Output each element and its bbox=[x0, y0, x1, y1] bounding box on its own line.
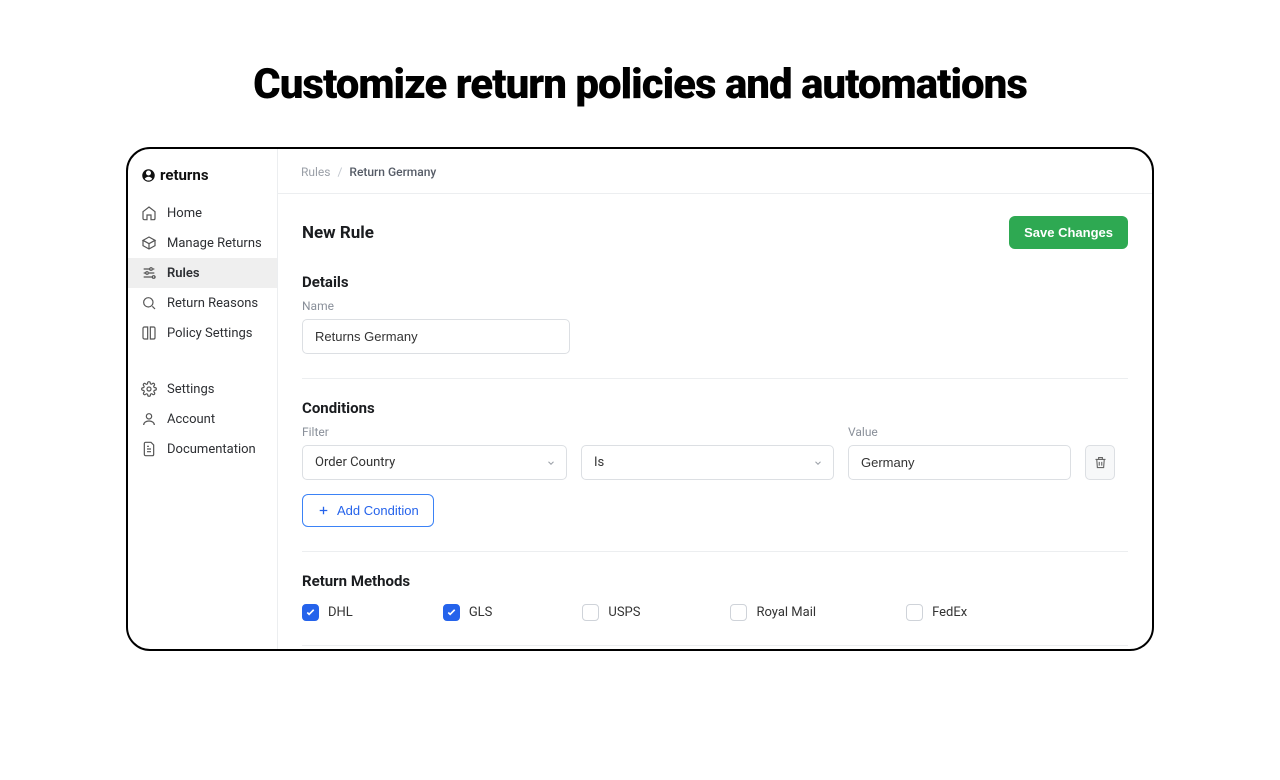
checkbox-icon bbox=[730, 604, 747, 621]
add-condition-button[interactable]: Add Condition bbox=[302, 494, 434, 527]
sidebar-item-policy-settings[interactable]: Policy Settings bbox=[128, 318, 277, 348]
field-label-filter: Filter bbox=[302, 425, 567, 439]
page-heading: Customize return policies and automation… bbox=[0, 60, 1280, 109]
breadcrumb: Rules / Return Germany bbox=[278, 149, 1152, 194]
sidebar-item-label: Documentation bbox=[167, 442, 256, 457]
chevron-down-icon bbox=[813, 458, 823, 468]
method-fedex[interactable]: FedEx bbox=[906, 604, 967, 621]
section-return-methods: Return Methods DHL GLS bbox=[302, 572, 1128, 621]
breadcrumb-sep: / bbox=[337, 165, 342, 179]
operator-select[interactable]: Is bbox=[581, 445, 834, 480]
field-label-name: Name bbox=[302, 299, 1128, 313]
divider bbox=[302, 378, 1128, 379]
search-icon bbox=[141, 295, 157, 311]
method-label: FedEx bbox=[932, 605, 967, 620]
content-scroll: Details Name Conditions Filter Order Cou… bbox=[278, 249, 1152, 649]
nav-secondary: Settings Account Documentation bbox=[128, 374, 277, 464]
logo: returns bbox=[128, 160, 277, 198]
sidebar-item-label: Rules bbox=[167, 266, 200, 281]
trash-icon bbox=[1093, 455, 1108, 470]
condition-row: Filter Order Country . Is bbox=[302, 425, 1128, 480]
section-details: Details Name bbox=[302, 273, 1128, 354]
sliders-icon bbox=[141, 265, 157, 281]
methods-row: DHL GLS USPS Royal Mail bbox=[302, 604, 1128, 621]
doc-icon bbox=[141, 441, 157, 457]
breadcrumb-root[interactable]: Rules bbox=[301, 165, 330, 179]
filter-select[interactable]: Order Country bbox=[302, 445, 567, 480]
sidebar-item-documentation[interactable]: Documentation bbox=[128, 434, 277, 464]
sidebar-item-label: Policy Settings bbox=[167, 326, 253, 341]
value-input[interactable] bbox=[848, 445, 1071, 480]
checkbox-checked-icon bbox=[443, 604, 460, 621]
logo-icon bbox=[141, 168, 156, 183]
section-title-conditions: Conditions bbox=[302, 399, 1128, 417]
divider bbox=[302, 551, 1128, 552]
section-title-details: Details bbox=[302, 273, 1128, 291]
logo-text: returns bbox=[160, 166, 209, 184]
sidebar-item-account[interactable]: Account bbox=[128, 404, 277, 434]
page-title: New Rule bbox=[302, 223, 374, 243]
save-button[interactable]: Save Changes bbox=[1009, 216, 1128, 249]
method-label: DHL bbox=[328, 605, 353, 620]
checkbox-icon bbox=[906, 604, 923, 621]
method-gls[interactable]: GLS bbox=[443, 604, 493, 621]
add-condition-label: Add Condition bbox=[337, 503, 419, 518]
nav-primary: Home Manage Returns Rules Return Reasons… bbox=[128, 198, 277, 348]
checkbox-icon bbox=[582, 604, 599, 621]
sidebar-item-rules[interactable]: Rules bbox=[128, 258, 277, 288]
sidebar-item-return-reasons[interactable]: Return Reasons bbox=[128, 288, 277, 318]
sidebar-item-manage-returns[interactable]: Manage Returns bbox=[128, 228, 277, 258]
divider bbox=[302, 645, 1128, 646]
gear-icon bbox=[141, 381, 157, 397]
sidebar-item-settings[interactable]: Settings bbox=[128, 374, 277, 404]
method-label: USPS bbox=[608, 605, 640, 620]
box-icon bbox=[141, 235, 157, 251]
sidebar-item-label: Settings bbox=[167, 382, 214, 397]
section-title-methods: Return Methods bbox=[302, 572, 1128, 590]
sidebar-item-label: Manage Returns bbox=[167, 236, 262, 251]
delete-condition-button[interactable] bbox=[1085, 445, 1115, 480]
breadcrumb-current: Return Germany bbox=[349, 165, 436, 179]
sidebar-item-home[interactable]: Home bbox=[128, 198, 277, 228]
plus-icon bbox=[317, 504, 330, 517]
checkbox-checked-icon bbox=[302, 604, 319, 621]
sidebar-item-label: Account bbox=[167, 412, 215, 427]
sidebar: returns Home Manage Returns Rules Return… bbox=[128, 149, 278, 649]
header: New Rule Save Changes bbox=[278, 194, 1152, 249]
method-label: GLS bbox=[469, 605, 493, 620]
name-input[interactable] bbox=[302, 319, 570, 354]
sidebar-item-label: Home bbox=[167, 206, 202, 221]
method-label: Royal Mail bbox=[756, 605, 816, 620]
filter-select-value: Order Country bbox=[315, 455, 395, 470]
method-dhl[interactable]: DHL bbox=[302, 604, 353, 621]
main-panel: Rules / Return Germany New Rule Save Cha… bbox=[278, 149, 1152, 649]
chevron-down-icon bbox=[546, 458, 556, 468]
user-icon bbox=[141, 411, 157, 427]
field-label-value: Value bbox=[848, 425, 1071, 439]
method-usps[interactable]: USPS bbox=[582, 604, 640, 621]
app-window: returns Home Manage Returns Rules Return… bbox=[126, 147, 1154, 651]
operator-select-value: Is bbox=[594, 455, 604, 470]
method-royal-mail[interactable]: Royal Mail bbox=[730, 604, 816, 621]
section-conditions: Conditions Filter Order Country . bbox=[302, 399, 1128, 527]
book-icon bbox=[141, 325, 157, 341]
home-icon bbox=[141, 205, 157, 221]
sidebar-item-label: Return Reasons bbox=[167, 296, 258, 311]
